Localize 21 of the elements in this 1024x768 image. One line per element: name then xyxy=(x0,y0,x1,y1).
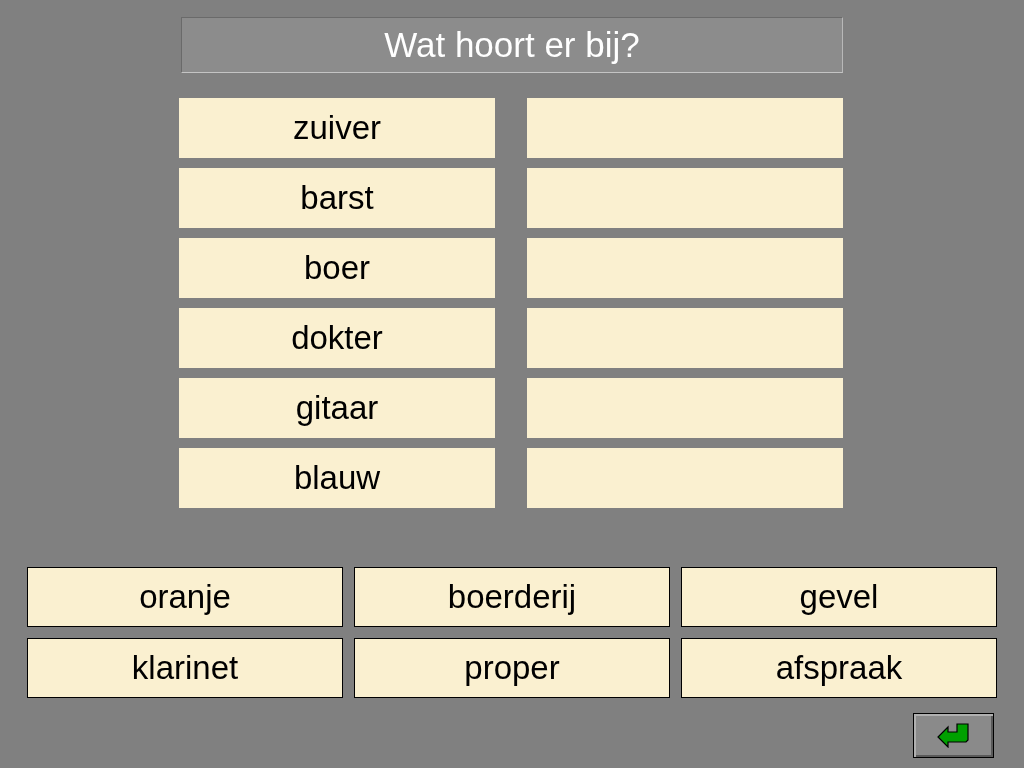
question-title: Wat hoort er bij? xyxy=(181,17,843,73)
word-card: blauw xyxy=(179,448,495,508)
enter-button[interactable] xyxy=(913,713,994,758)
answer-option[interactable]: afspraak xyxy=(681,638,997,698)
answer-option[interactable]: klarinet xyxy=(27,638,343,698)
answer-slot[interactable] xyxy=(527,238,843,298)
answer-slot[interactable] xyxy=(527,98,843,158)
answer-option[interactable]: gevel xyxy=(681,567,997,627)
word-card: zuiver xyxy=(179,98,495,158)
answer-slot[interactable] xyxy=(527,378,843,438)
answer-slot[interactable] xyxy=(527,168,843,228)
answer-option[interactable]: proper xyxy=(354,638,670,698)
answer-slot[interactable] xyxy=(527,308,843,368)
word-card: gitaar xyxy=(179,378,495,438)
word-card: dokter xyxy=(179,308,495,368)
answer-slot[interactable] xyxy=(527,448,843,508)
answer-option[interactable]: boerderij xyxy=(354,567,670,627)
word-card: barst xyxy=(179,168,495,228)
word-card: boer xyxy=(179,238,495,298)
answer-option[interactable]: oranje xyxy=(27,567,343,627)
return-arrow-icon xyxy=(937,723,970,748)
